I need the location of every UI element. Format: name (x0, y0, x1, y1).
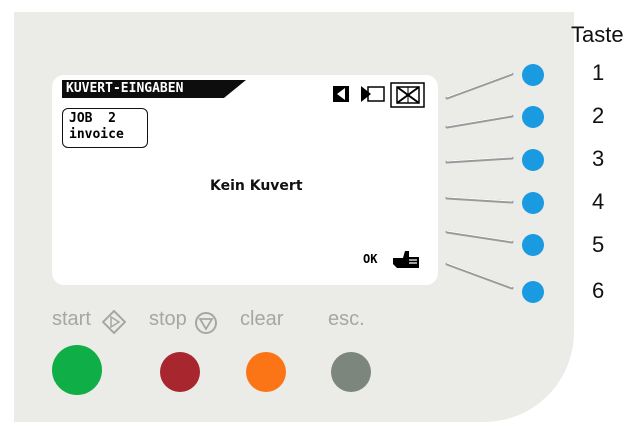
softkey-5-button[interactable] (522, 234, 544, 256)
stop-label: stop (149, 308, 187, 330)
start-label: start (52, 308, 91, 330)
esc-label: esc. (328, 308, 365, 330)
clear-label: clear (240, 308, 284, 330)
softkey-3-button[interactable] (522, 149, 544, 171)
softkey-number-5: 5 (592, 232, 605, 257)
taste-label: Taste (571, 22, 624, 47)
start-diamond-icon (102, 310, 126, 334)
softkey-number-3: 3 (592, 146, 605, 171)
softkey-number-6: 6 (592, 278, 605, 303)
clear-button[interactable] (246, 352, 286, 392)
softkey-number-4: 4 (592, 189, 605, 214)
esc-button[interactable] (331, 352, 371, 392)
softkey-4-button[interactable] (522, 192, 544, 214)
softkey-number-2: 2 (592, 103, 605, 128)
softkey-1-button[interactable] (522, 64, 544, 86)
softkey-2-button[interactable] (522, 106, 544, 128)
softkey-6-button[interactable] (522, 281, 544, 303)
start-button[interactable] (52, 345, 102, 395)
stop-button[interactable] (160, 352, 200, 392)
stop-circle-icon (195, 312, 217, 334)
softkey-number-1: 1 (592, 60, 605, 85)
